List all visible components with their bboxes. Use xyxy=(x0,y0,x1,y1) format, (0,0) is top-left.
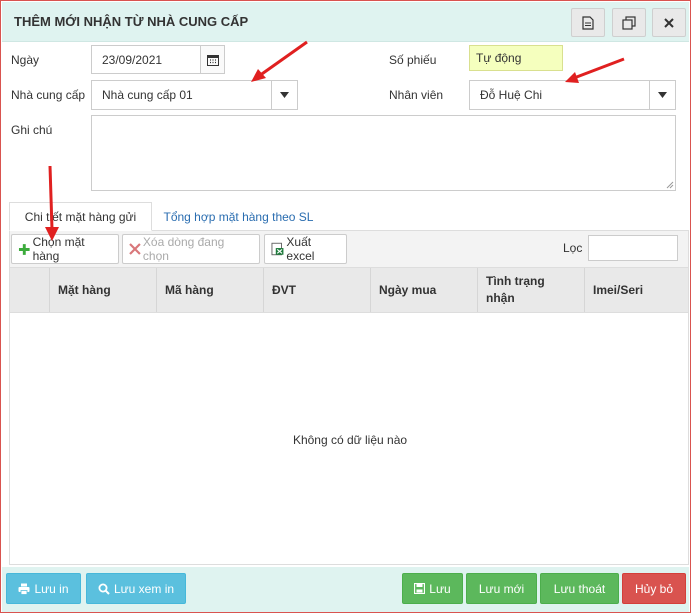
tab-label: Tổng hợp mặt hàng theo SL xyxy=(163,209,314,224)
grid-toolbar: Chọn mặt hàng Xóa dòng đang chọn Xuất ex… xyxy=(9,231,689,267)
note-textarea[interactable] xyxy=(91,115,676,191)
filter-label: Lọc xyxy=(563,241,583,255)
save-print-button[interactable]: Lưu in xyxy=(6,573,81,604)
save-preview-label: Lưu xem in xyxy=(113,581,175,596)
filter-input[interactable] xyxy=(588,235,678,261)
voucher-value: Tự động xyxy=(476,51,522,65)
grid-header-imei[interactable]: Imei/Seri xyxy=(584,268,688,312)
staff-label: Nhân viên xyxy=(389,88,444,102)
tab-item-details[interactable]: Chi tiết mặt hàng gửi xyxy=(9,202,152,231)
staff-select[interactable]: Đỗ Huệ Chi xyxy=(469,80,676,110)
document-button[interactable] xyxy=(571,8,605,37)
delete-selected-label: Xóa dòng đang chọn xyxy=(142,235,225,263)
save-print-label: Lưu in xyxy=(34,581,69,596)
supplier-dropdown-toggle[interactable] xyxy=(271,81,297,109)
grid-header-status[interactable]: Tình trạng nhận xyxy=(477,268,584,312)
delete-selected-button[interactable]: Xóa dòng đang chọn xyxy=(122,234,260,264)
grid-header-item[interactable]: Mặt hàng xyxy=(49,268,156,312)
close-icon xyxy=(664,17,674,28)
dialog: THÊM MỚI NHẬN TỪ NHÀ CUNG CẤP Ngày 23/09… xyxy=(0,0,691,613)
save-new-label: Lưu mới xyxy=(478,581,525,596)
dialog-title: THÊM MỚI NHẬN TỪ NHÀ CUNG CẤP xyxy=(14,14,249,29)
print-icon xyxy=(18,583,30,595)
caret-down-icon xyxy=(658,92,667,98)
column-label: Tình trạng nhận xyxy=(486,274,545,305)
grid-header-code[interactable]: Mã hàng xyxy=(156,268,263,312)
cancel-button[interactable]: Hủy bỏ xyxy=(622,573,686,604)
supplier-label: Nhà cung cấp xyxy=(11,88,86,102)
date-field[interactable]: 23/09/2021 xyxy=(91,45,225,74)
grid-header-purchase-date[interactable]: Ngày mua xyxy=(370,268,477,312)
search-icon xyxy=(98,583,110,595)
note-label: Ghi chú xyxy=(11,123,53,137)
tab-label: Chi tiết mặt hàng gửi xyxy=(24,209,137,224)
grid-body: Không có dữ liệu nào xyxy=(9,313,689,565)
excel-icon xyxy=(271,242,284,256)
date-label: Ngày xyxy=(11,53,40,67)
grid-header-blank xyxy=(10,268,49,312)
voucher-field[interactable]: Tự động xyxy=(469,45,563,71)
column-label: ĐVT xyxy=(272,283,296,297)
staff-value: Đỗ Huệ Chi xyxy=(480,88,543,102)
save-exit-button[interactable]: Lưu thoát xyxy=(540,573,619,604)
voucher-label: Số phiếu xyxy=(389,53,437,67)
column-label: Ngày mua xyxy=(379,283,437,297)
column-label: Imei/Seri xyxy=(593,283,644,297)
caret-down-icon xyxy=(280,92,289,98)
save-label: Lưu xyxy=(429,581,451,596)
save-button[interactable]: Lưu xyxy=(402,573,463,604)
export-excel-button[interactable]: Xuất excel xyxy=(264,234,347,264)
column-label: Mặt hàng xyxy=(58,283,111,297)
annotation-arrow-supplier xyxy=(251,40,308,82)
column-label: Mã hàng xyxy=(165,283,214,297)
calendar-icon xyxy=(206,54,219,66)
grid-header: Mặt hàng Mã hàng ĐVT Ngày mua Tình trạng… xyxy=(9,267,689,313)
dialog-titlebar: THÊM MỚI NHẬN TỪ NHÀ CUNG CẤP xyxy=(2,2,689,42)
choose-item-label: Chọn mặt hàng xyxy=(32,235,85,263)
tab-item-summary[interactable]: Tổng hợp mặt hàng theo SL xyxy=(156,202,321,231)
grid-header-unit[interactable]: ĐVT xyxy=(263,268,370,312)
document-icon xyxy=(582,15,594,30)
restore-icon xyxy=(622,15,636,30)
export-excel-label: Xuất excel xyxy=(286,235,315,263)
save-new-button[interactable]: Lưu mới xyxy=(466,573,537,604)
save-exit-label: Lưu thoát xyxy=(553,581,606,596)
plus-icon xyxy=(18,243,30,255)
choose-item-button[interactable]: Chọn mặt hàng xyxy=(11,234,119,264)
calendar-button[interactable] xyxy=(200,46,224,73)
close-button[interactable] xyxy=(652,8,686,37)
staff-dropdown-toggle[interactable] xyxy=(649,81,675,109)
resize-handle-icon[interactable] xyxy=(666,181,674,189)
cancel-label: Hủy bỏ xyxy=(634,581,674,596)
supplier-value: Nhà cung cấp 01 xyxy=(102,88,193,102)
restore-button[interactable] xyxy=(612,8,646,37)
dialog-footer: Lưu in Lưu xem in Lưu Lưu mới Lưu thoát … xyxy=(2,567,689,612)
empty-message: Không có dữ liệu nào xyxy=(292,433,408,447)
supplier-select[interactable]: Nhà cung cấp 01 xyxy=(91,80,298,110)
save-preview-button[interactable]: Lưu xem in xyxy=(86,573,186,604)
floppy-disk-icon xyxy=(414,583,426,594)
date-value: 23/09/2021 xyxy=(102,52,163,67)
delete-x-icon xyxy=(129,243,141,255)
